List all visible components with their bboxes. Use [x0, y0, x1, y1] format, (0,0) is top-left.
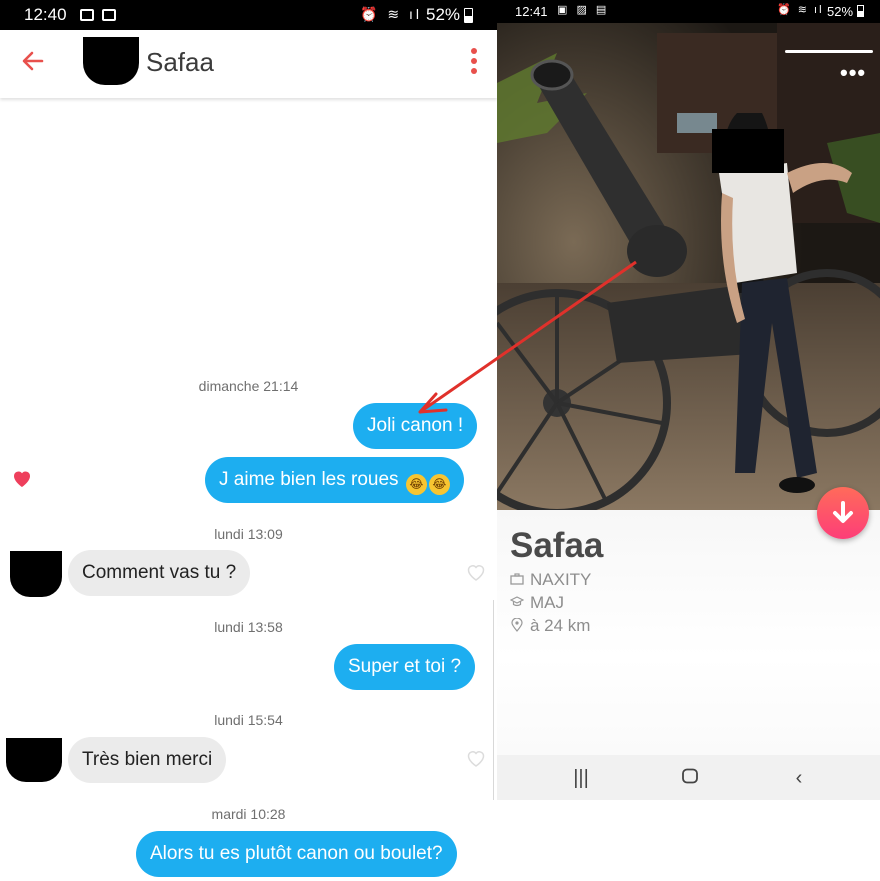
photo-progress-indicator [785, 50, 873, 53]
message-outgoing[interactable]: Alors tu es plutôt canon ou boulet? [136, 831, 457, 877]
arrow-down-button[interactable] [817, 487, 869, 539]
image-icon [102, 9, 116, 21]
android-nav-bar: ||| ‹ [497, 755, 880, 800]
message-text: J aime bien les roues [219, 469, 399, 490]
profile-info: Safaa NAXITY MAJ à 24 km [497, 510, 880, 755]
profile-name: Safaa [510, 526, 604, 565]
status-time: 12:40 [24, 5, 67, 24]
avatar[interactable] [6, 738, 62, 782]
location-pin-icon [511, 618, 523, 632]
wifi-signal-icon: ⏰ ≋ ıl [777, 4, 824, 16]
message-incoming[interactable]: Comment vas tu ? [68, 550, 251, 596]
timestamp: lundi 13:58 [214, 619, 283, 635]
timestamp: lundi 15:54 [214, 712, 283, 728]
recent-apps-icon[interactable]: ||| [569, 767, 593, 789]
profile-screen: 12:41 ▣ ▨ ▤ ⏰ ≋ ıl 52% ••• Safaa NAXITY … [497, 0, 880, 800]
status-bar: 12:41 ▣ ▨ ▤ ⏰ ≋ ıl 52% [497, 0, 880, 23]
timestamp: lundi 13:09 [214, 526, 283, 542]
calendar-icon [80, 9, 94, 21]
heart-icon[interactable] [10, 466, 34, 490]
message-text: Joli canon ! [367, 415, 464, 436]
contact-name[interactable]: Safaa [146, 47, 214, 78]
wifi-signal-icon: ⏰ ≋ ıl [360, 6, 422, 22]
message-incoming[interactable]: Très bien merci [68, 737, 227, 783]
profile-job: NAXITY [530, 570, 592, 589]
profile-school-row: MAJ [510, 593, 564, 613]
redaction-bar [712, 129, 784, 173]
heart-outline-icon[interactable] [463, 746, 489, 770]
laughing-emoji-icon: 😂 [405, 474, 427, 495]
profile-distance: à 24 km [530, 616, 591, 635]
back-arrow-icon[interactable] [20, 48, 50, 78]
divider [493, 600, 494, 800]
avatar[interactable] [10, 551, 62, 597]
notification-icons: ▣ ▨ ▤ [557, 4, 610, 16]
back-icon[interactable]: ‹ [787, 767, 811, 789]
message-text: Comment vas tu ? [82, 562, 237, 583]
message-text: Alors tu es plutôt canon ou boulet? [150, 843, 443, 864]
status-time: 12:41 [515, 4, 548, 19]
laughing-emoji-icon: 😂 [428, 474, 450, 495]
status-bar: 12:40 ⏰ ≋ ıl 52% [0, 0, 497, 30]
profile-photo[interactable]: ••• [497, 23, 880, 510]
battery-icon [464, 8, 473, 23]
message-outgoing[interactable]: Joli canon ! [353, 403, 478, 449]
timestamp: dimanche 21:14 [198, 378, 299, 394]
avatar[interactable] [83, 37, 139, 85]
battery-percent: 52% [426, 5, 461, 24]
chat-screen: 12:40 ⏰ ≋ ıl 52% Safaa dimanche 21:14 Jo… [0, 0, 497, 881]
message-text: Très bien merci [82, 749, 213, 770]
profile-distance-row: à 24 km [510, 616, 590, 636]
arrow-down-icon [833, 501, 853, 523]
briefcase-icon [510, 573, 524, 585]
screenshot-root: 12:40 ⏰ ≋ ıl 52% Safaa dimanche 21:14 Jo… [0, 0, 880, 881]
battery-percent: 52% [827, 4, 854, 19]
kebab-menu-icon[interactable] [470, 48, 480, 78]
battery-icon [857, 5, 864, 17]
photo-scene [497, 23, 880, 510]
more-options-icon[interactable]: ••• [840, 62, 866, 84]
timestamp: mardi 10:28 [211, 806, 286, 822]
profile-school: MAJ [530, 593, 564, 612]
home-icon[interactable] [678, 767, 702, 789]
heart-outline-icon[interactable] [463, 560, 489, 584]
message-outgoing[interactable]: Super et toi ? [334, 644, 476, 690]
profile-job-row: NAXITY [510, 570, 591, 590]
message-text: Super et toi ? [348, 656, 462, 677]
chat-header: Safaa [0, 30, 497, 98]
message-outgoing[interactable]: J aime bien les roues 😂 😂 [205, 457, 464, 503]
graduation-cap-icon [510, 596, 524, 607]
